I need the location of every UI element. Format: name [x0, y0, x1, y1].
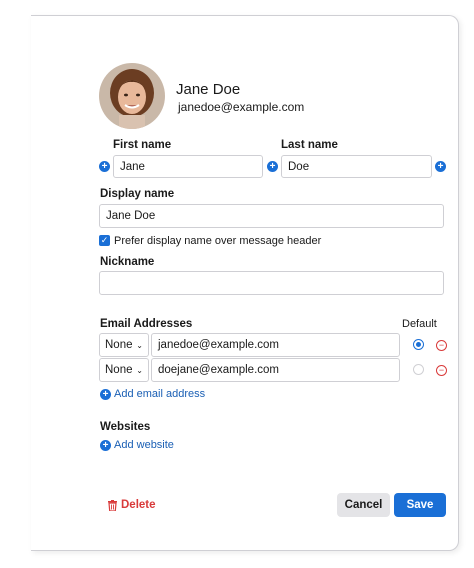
email-type-select[interactable]: None ⌄ [99, 358, 149, 382]
websites-label: Websites [100, 421, 151, 433]
chevron-down-icon: ⌄ [136, 365, 143, 375]
add-email-button[interactable]: + Add email address [100, 388, 205, 400]
nickname-label: Nickname [100, 256, 155, 268]
avatar[interactable] [99, 63, 165, 129]
remove-email-icon[interactable]: − [436, 340, 447, 351]
email-addresses-label: Email Addresses [100, 318, 193, 330]
last-name-field[interactable]: Doe [281, 155, 432, 178]
default-email-radio[interactable] [413, 364, 424, 375]
trash-icon [108, 499, 117, 511]
add-website-label: Add website [114, 439, 174, 451]
add-middle-name-icon[interactable]: + [267, 161, 278, 172]
add-website-button[interactable]: + Add website [100, 439, 174, 451]
default-email-radio[interactable] [413, 339, 424, 350]
plus-icon: + [100, 388, 111, 400]
default-column-label: Default [402, 318, 437, 330]
first-name-label: First name [113, 139, 172, 151]
add-email-label: Add email address [114, 388, 206, 400]
prefer-display-name-label[interactable]: Prefer display name over message header [114, 235, 321, 247]
first-name-field[interactable]: Jane [113, 155, 263, 178]
email-field[interactable]: janedoe@example.com [151, 333, 400, 357]
display-name-field[interactable]: Jane Doe [99, 204, 444, 228]
chevron-down-icon: ⌄ [136, 340, 143, 350]
last-name-label: Last name [281, 139, 338, 151]
save-button[interactable]: Save [394, 493, 446, 517]
display-name-label: Display name [100, 188, 175, 200]
remove-email-icon[interactable]: − [436, 365, 447, 376]
delete-button[interactable]: Delete [108, 499, 156, 511]
contact-email: janedoe@example.com [178, 100, 305, 114]
prefer-display-name-checkbox[interactable]: ✓ [99, 235, 110, 246]
email-type-value: None [105, 364, 133, 376]
nickname-field[interactable] [99, 271, 444, 295]
email-type-value: None [105, 339, 133, 351]
plus-icon: + [100, 439, 111, 451]
delete-label: Delete [121, 499, 156, 511]
email-type-select[interactable]: None ⌄ [99, 333, 149, 357]
add-prefix-icon[interactable]: + [99, 161, 110, 172]
cancel-button[interactable]: Cancel [337, 493, 390, 517]
email-field[interactable]: doejane@example.com [151, 358, 400, 382]
contact-name: Jane Doe [176, 81, 241, 98]
add-suffix-icon[interactable]: + [435, 161, 446, 172]
